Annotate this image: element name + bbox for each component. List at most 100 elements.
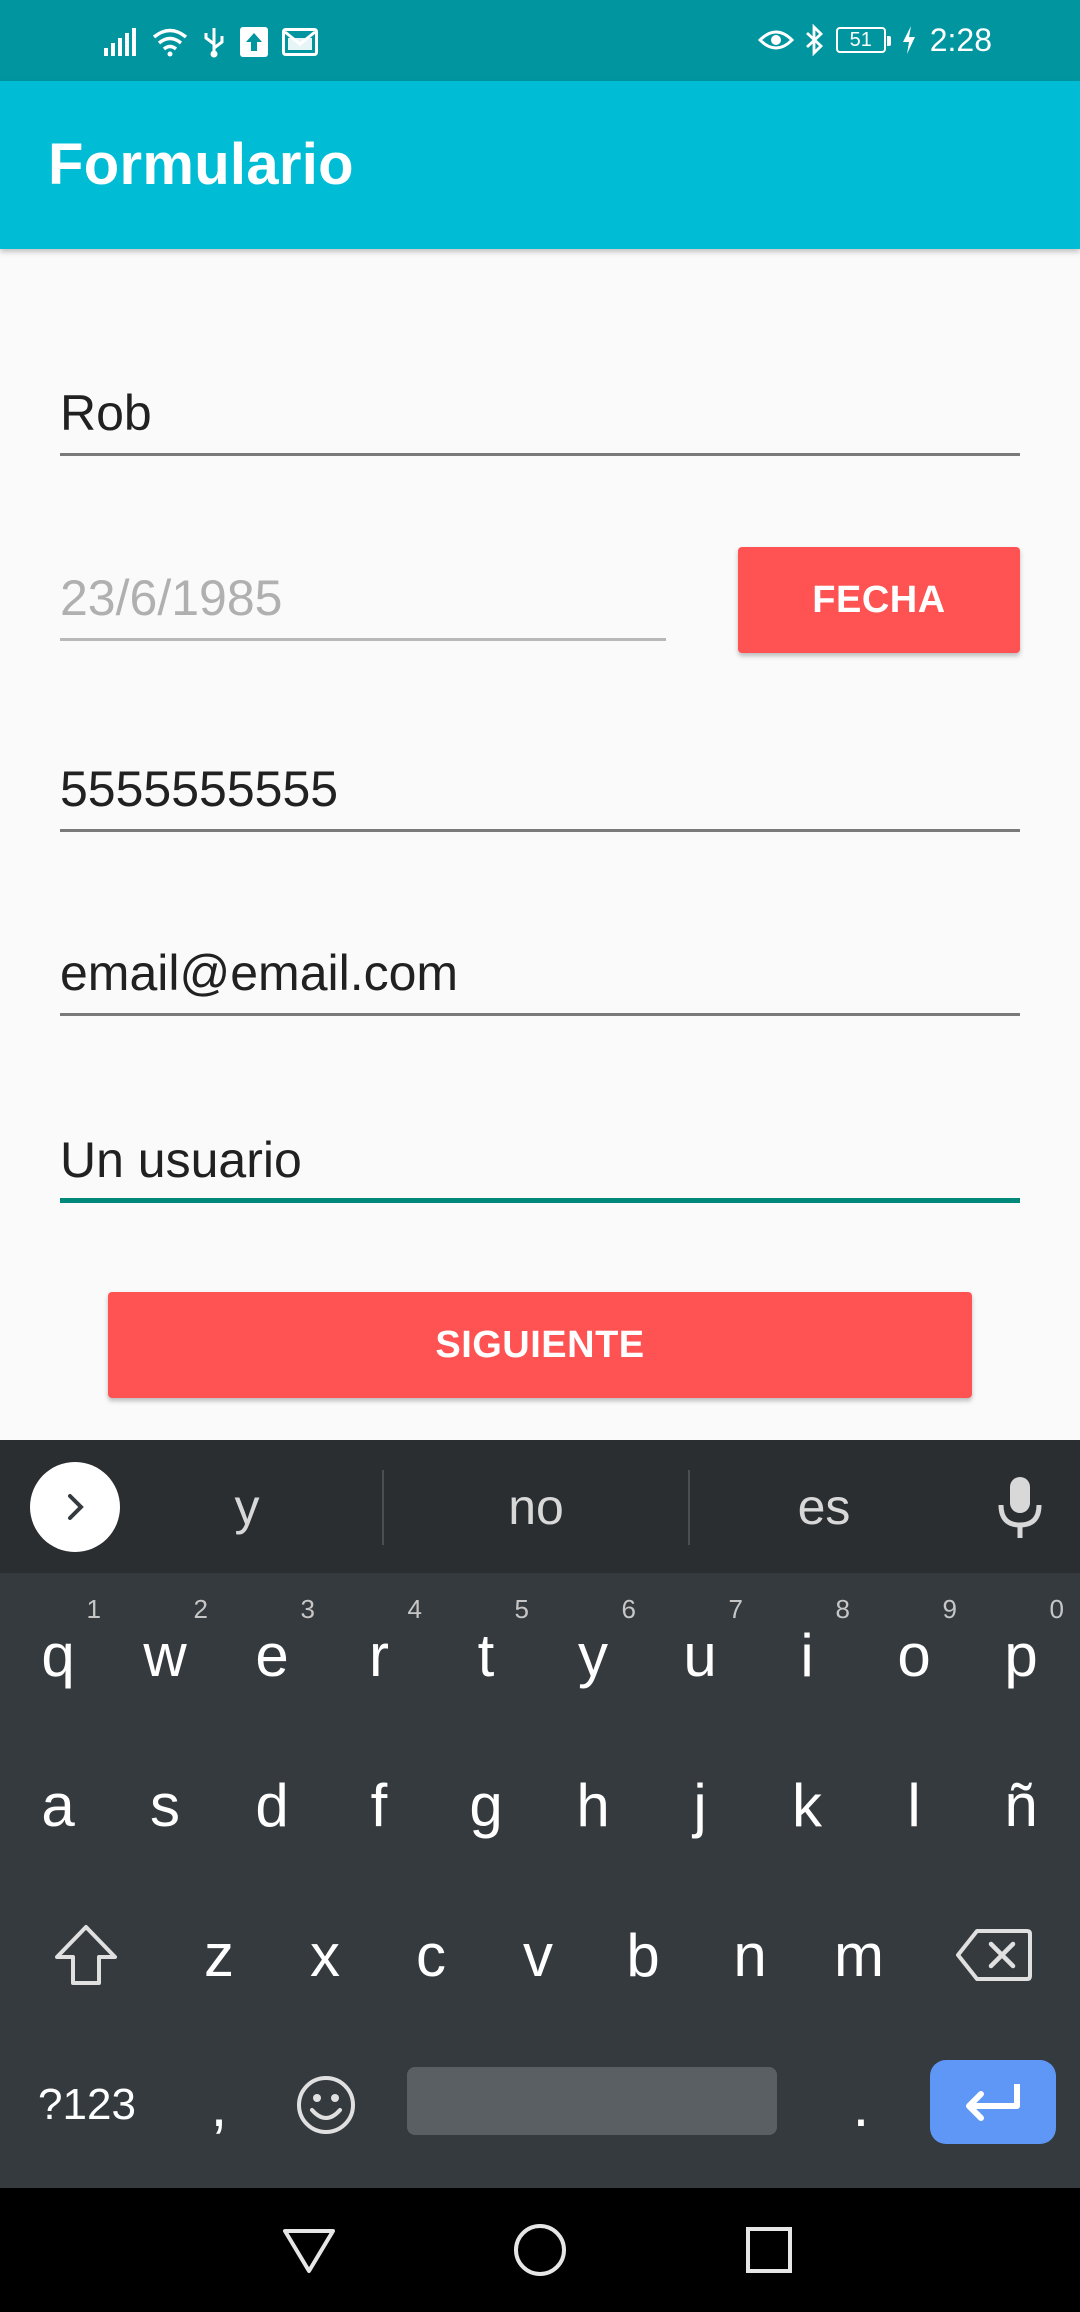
key-label: o (897, 1621, 931, 1689)
status-left-icons (104, 22, 318, 62)
email-field[interactable]: email@email.com (60, 930, 1020, 1016)
navigation-bar (0, 2188, 1080, 2312)
status-right-icons: 51 2:28 (757, 18, 992, 62)
key-i[interactable]: i8 (754, 1580, 860, 1730)
upload-icon (240, 27, 268, 57)
next-button[interactable]: SIGUIENTE (108, 1292, 972, 1398)
suggestion-divider (382, 1470, 384, 1545)
key-l[interactable]: l (861, 1730, 967, 1880)
key-hint: 7 (728, 1594, 743, 1624)
key-hint: 4 (407, 1594, 422, 1624)
back-button[interactable] (273, 2214, 345, 2286)
date-field-placeholder: 23/6/1985 (60, 570, 283, 626)
key-hint: 0 (1049, 1594, 1064, 1624)
emoji-icon (297, 2076, 355, 2134)
comma-key[interactable]: , (165, 2030, 273, 2180)
gmail-icon (282, 28, 318, 56)
key-x[interactable]: x (272, 1880, 378, 2030)
space-bar[interactable] (407, 2067, 777, 2135)
key-e[interactable]: e3 (219, 1580, 325, 1730)
key-ñ[interactable]: ñ (968, 1730, 1074, 1880)
key-label: i (800, 1621, 814, 1689)
key-label: r (369, 1621, 389, 1689)
shift-icon (55, 1925, 117, 1985)
chevron-right-icon (68, 1494, 84, 1520)
key-p[interactable]: p0 (968, 1580, 1074, 1730)
signal-icon (104, 28, 138, 56)
app-bar: Formulario (0, 81, 1080, 249)
description-field-value: Un usuario (60, 1132, 302, 1188)
battery-icon: 51 (835, 27, 891, 53)
shift-key[interactable] (32, 1880, 140, 2030)
microphone-icon[interactable] (990, 1470, 1050, 1545)
key-label: y (578, 1621, 608, 1689)
key-z[interactable]: z (166, 1880, 272, 2030)
key-hint: 8 (835, 1594, 850, 1624)
key-hint: 1 (86, 1594, 101, 1624)
key-b[interactable]: b (590, 1880, 696, 2030)
key-a[interactable]: a (5, 1730, 111, 1880)
status-time: 2:28 (929, 21, 992, 58)
key-hint: 9 (942, 1594, 957, 1624)
key-u[interactable]: u7 (647, 1580, 753, 1730)
eye-icon (757, 27, 794, 53)
status-bar: 51 2:28 (0, 0, 1080, 81)
key-label: q (41, 1621, 75, 1689)
bluetooth-icon (804, 24, 826, 56)
key-y[interactable]: y6 (540, 1580, 646, 1730)
key-w[interactable]: w2 (112, 1580, 218, 1730)
name-field-value: Rob (60, 385, 152, 441)
key-hint: 3 (300, 1594, 315, 1624)
key-t[interactable]: t5 (433, 1580, 539, 1730)
key-g[interactable]: g (433, 1730, 539, 1880)
email-field-value: email@email.com (60, 945, 459, 1001)
usb-icon (202, 26, 226, 58)
key-label: u (683, 1621, 717, 1689)
key-label: e (255, 1621, 289, 1689)
description-field[interactable]: Un usuario (60, 1117, 1020, 1203)
emoji-key[interactable] (272, 2030, 380, 2180)
key-n[interactable]: n (697, 1880, 803, 2030)
key-r[interactable]: r4 (326, 1580, 432, 1730)
page-title: Formulario (48, 132, 354, 197)
key-f[interactable]: f (326, 1730, 432, 1880)
symbols-key[interactable]: ?123 (22, 2030, 152, 2180)
key-hint: 6 (621, 1594, 636, 1624)
backspace-icon (956, 1929, 1032, 1981)
key-hint: 2 (193, 1594, 208, 1624)
soft-keyboard: y no es q1w2e3r4t5y6u7i8o9p0 asdfghjklñ … (0, 1440, 1080, 2188)
key-v[interactable]: v (485, 1880, 591, 2030)
phone-field-value: 5555555555 (60, 761, 339, 817)
recents-button[interactable] (733, 2214, 805, 2286)
key-o[interactable]: o9 (861, 1580, 967, 1730)
enter-key[interactable] (930, 2060, 1056, 2144)
key-s[interactable]: s (112, 1730, 218, 1880)
email-field-underline (60, 1013, 1020, 1016)
key-k[interactable]: k (754, 1730, 860, 1880)
key-c[interactable]: c (378, 1880, 484, 2030)
suggestion-bar: y no es (0, 1440, 1080, 1573)
key-j[interactable]: j (647, 1730, 753, 1880)
key-label: p (1004, 1621, 1038, 1689)
suggestion-1[interactable]: y (97, 1440, 397, 1573)
back-icon (283, 2229, 335, 2273)
wifi-icon (152, 27, 188, 57)
date-button[interactable]: FECHA (738, 547, 1020, 653)
name-field[interactable]: Rob (60, 370, 1020, 456)
description-field-underline (60, 1198, 1020, 1203)
key-h[interactable]: h (540, 1730, 646, 1880)
key-label: t (477, 1621, 495, 1689)
suggestion-3[interactable]: es (674, 1440, 974, 1573)
phone-field-underline (60, 829, 1020, 832)
key-q[interactable]: q1 (5, 1580, 111, 1730)
suggestion-2[interactable]: no (386, 1440, 686, 1573)
key-d[interactable]: d (219, 1730, 325, 1880)
home-button[interactable] (504, 2214, 576, 2286)
date-field[interactable]: 23/6/1985 (60, 555, 666, 641)
period-key[interactable]: . (807, 2030, 915, 2180)
key-m[interactable]: m (806, 1880, 912, 2030)
name-field-underline (60, 453, 1020, 456)
charging-icon (902, 26, 916, 54)
backspace-key[interactable] (940, 1880, 1048, 2030)
phone-field[interactable]: 5555555555 (60, 746, 1020, 832)
